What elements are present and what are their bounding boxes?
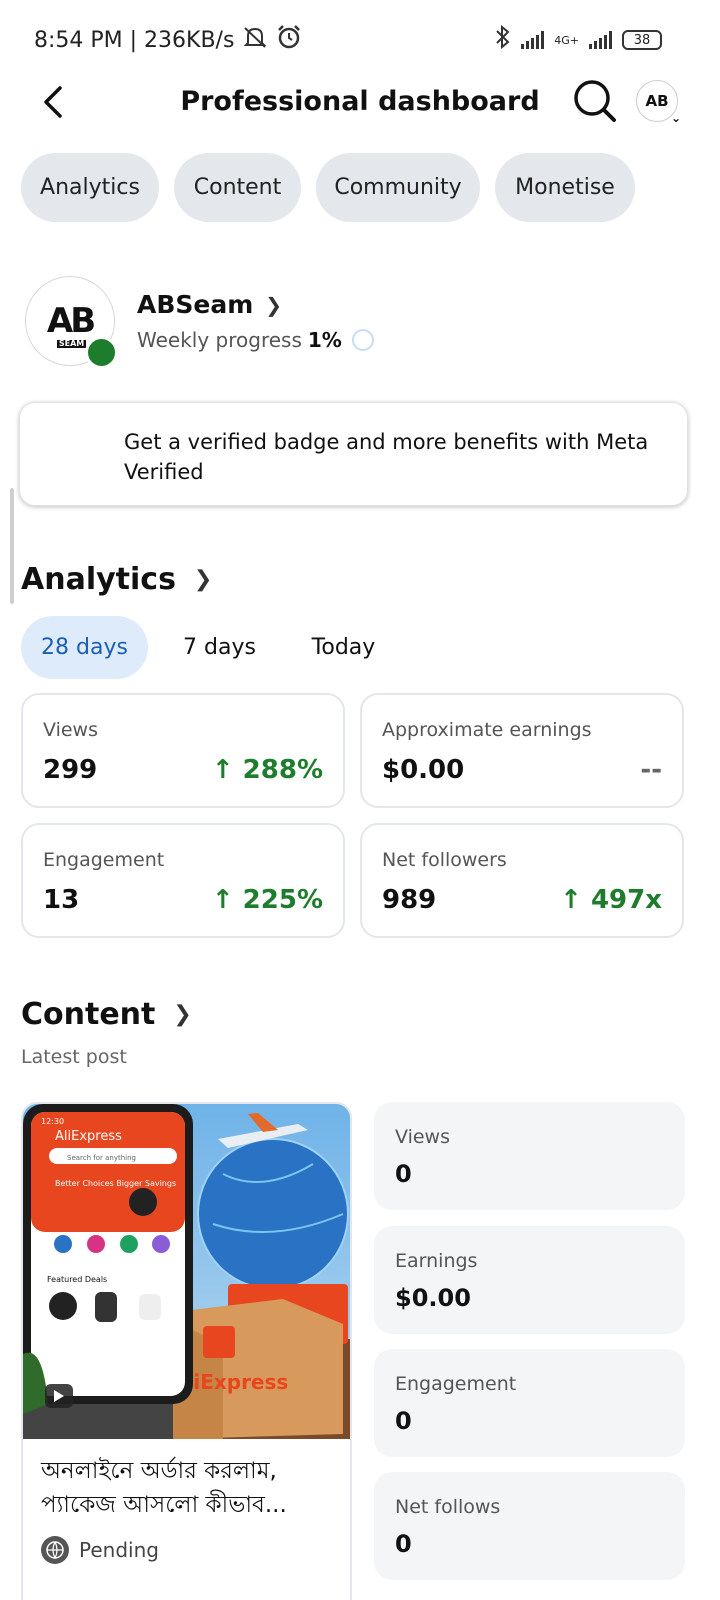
avatar-text: AB [645, 92, 669, 110]
thumb-search-text: Search for anything [67, 1154, 136, 1162]
weekly-progress-value: 1% [307, 328, 342, 352]
stat-label: Views [395, 1126, 450, 1148]
weekly-progress-label: Weekly progress [137, 328, 302, 352]
latest-post-card[interactable]: AliExpress AliExpress 12:30 AliExpress S… [21, 1102, 352, 1600]
stat-label: Earnings [395, 1250, 478, 1272]
period-today[interactable]: Today [291, 616, 396, 679]
metric-value: 13 [43, 885, 80, 915]
app-header: Professional dashboard AB ⌄ [0, 72, 720, 132]
stat-value: $0.00 [395, 1284, 471, 1312]
metric-label: Net followers [382, 849, 507, 871]
metric-delta: ↑ 497x [560, 885, 662, 915]
tab-bar: Analytics Content Community Monetise [21, 153, 635, 222]
weekly-progress: Weekly progress 1% [137, 328, 374, 352]
stat-value: 0 [395, 1530, 412, 1558]
battery-icon: 38 [622, 30, 662, 50]
chevron-right-icon: ❯ [265, 292, 283, 317]
chevron-right-icon: ❯ [193, 567, 213, 592]
tab-community[interactable]: Community [316, 153, 480, 222]
thumb-promo-text: Better Choices Bigger Savings [55, 1179, 176, 1188]
period-7-days[interactable]: 7 days [148, 616, 291, 679]
thumb-time: 12:30 [41, 1117, 64, 1126]
stat-label: Net follows [395, 1496, 501, 1518]
post-status: Pending [41, 1536, 159, 1564]
stat-label: Engagement [395, 1373, 517, 1395]
signal-icon-2 [589, 31, 612, 49]
post-status-text: Pending [79, 1538, 159, 1562]
search-icon [574, 80, 616, 122]
post-title: অনলাইনে অর্ডার করলাম, প্যাকেজ আসলো কীভাব… [41, 1458, 287, 1518]
profile-name: ABSeam [137, 290, 254, 319]
globe-icon [41, 1536, 69, 1564]
alarm-icon [276, 24, 302, 56]
metric-card-net-followers[interactable]: Net followers 989 ↑ 497x [360, 823, 684, 938]
stat-value: 0 [395, 1407, 412, 1435]
post-stat-views: Views 0 [374, 1102, 685, 1210]
network-type: 4G+ [554, 33, 579, 47]
metric-value: $0.00 [382, 755, 465, 785]
latest-post-label: Latest post [21, 1046, 127, 1068]
metric-delta: ↑ 288% [211, 755, 323, 785]
status-bar: 8:54 PM | 236KB/s 4G+ 38 [34, 22, 662, 58]
analytics-section-header[interactable]: Analytics ❯ [21, 562, 212, 597]
progress-ring-icon [351, 329, 374, 351]
post-thumbnail: AliExpress AliExpress 12:30 AliExpress S… [23, 1104, 350, 1439]
stat-value: 0 [395, 1160, 412, 1188]
post-stat-net-follows: Net follows 0 [374, 1472, 685, 1580]
tab-monetise[interactable]: Monetise [495, 153, 635, 222]
scrollbar[interactable] [10, 488, 14, 604]
content-title: Content [21, 997, 156, 1032]
metric-label: Approximate earnings [382, 719, 592, 741]
account-switcher[interactable]: AB ⌄ [636, 80, 681, 125]
post-stat-engagement: Engagement 0 [374, 1349, 685, 1457]
profile-name-link[interactable]: ABSeam ❯ [137, 290, 282, 319]
meta-verified-banner[interactable]: Get a verified badge and more benefits w… [19, 402, 688, 506]
post-stat-earnings: Earnings $0.00 [374, 1226, 685, 1334]
banner-text: Get a verified badge and more benefits w… [124, 430, 649, 484]
tab-analytics[interactable]: Analytics [21, 153, 159, 222]
metric-label: Engagement [43, 849, 165, 871]
content-section-header[interactable]: Content ❯ [21, 997, 192, 1032]
metric-card-views[interactable]: Views 299 ↑ 288% [21, 693, 345, 808]
mute-icon [242, 25, 268, 55]
metric-card-earnings[interactable]: Approximate earnings $0.00 -- [360, 693, 684, 808]
chevron-right-icon: ❯ [173, 1002, 192, 1027]
thumb-deals-text: Featured Deals [47, 1275, 107, 1284]
thumb-app-brand: AliExpress [55, 1129, 122, 1144]
analytics-title: Analytics [21, 562, 176, 597]
metric-delta: ↑ 225% [211, 885, 323, 915]
signal-icon [521, 31, 545, 49]
metric-value: 989 [382, 885, 437, 915]
metric-label: Views [43, 719, 98, 741]
search-button[interactable] [570, 76, 620, 126]
online-status-dot [85, 336, 118, 369]
status-time: 8:54 PM | 236KB/s [34, 27, 235, 53]
metric-value: 299 [43, 755, 98, 785]
bluetooth-icon [495, 24, 511, 56]
metric-card-engagement[interactable]: Engagement 13 ↑ 225% [21, 823, 345, 938]
tab-content[interactable]: Content [174, 153, 301, 222]
period-28-days[interactable]: 28 days [21, 616, 148, 679]
brand-logo: AB SEAM [46, 301, 96, 348]
period-selector: 28 days 7 days Today [21, 616, 396, 679]
chevron-down-icon: ⌄ [670, 111, 681, 125]
metric-delta: -- [640, 755, 662, 785]
